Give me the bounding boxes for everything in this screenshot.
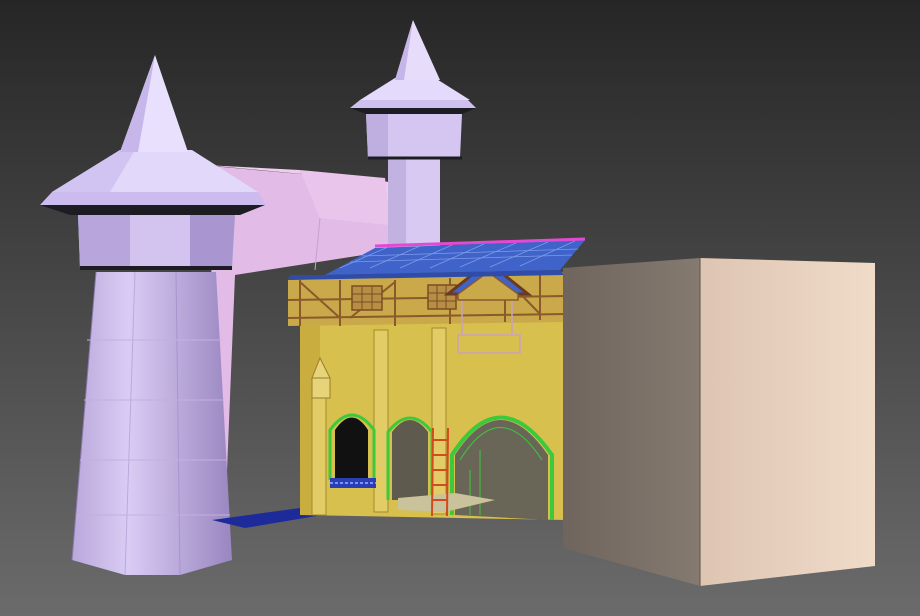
gatehouse [287, 260, 566, 520]
scene-render [0, 0, 920, 616]
3d-viewport[interactable] [0, 0, 920, 616]
box [563, 258, 875, 586]
